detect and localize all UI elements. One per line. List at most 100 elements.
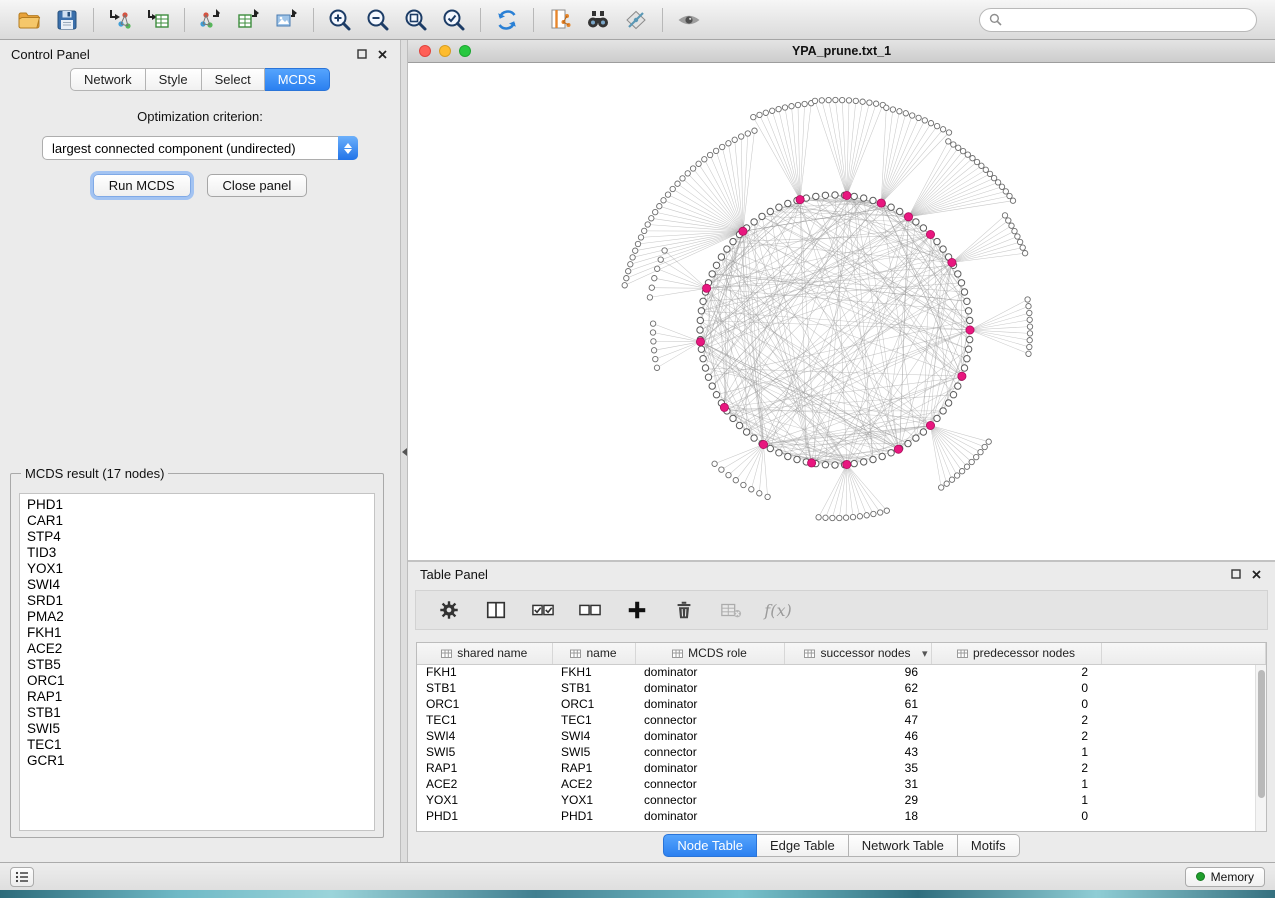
graph-leaf-node[interactable] xyxy=(654,365,659,370)
table-cell[interactable]: 2 xyxy=(931,760,1101,776)
graph-leaf-node[interactable] xyxy=(959,469,964,474)
graph-leaf-node[interactable] xyxy=(685,171,690,176)
show-columns-button[interactable] xyxy=(483,597,509,623)
table-cell[interactable]: ACE2 xyxy=(417,776,552,792)
graph-leaf-node[interactable] xyxy=(903,111,908,116)
graph-node[interactable] xyxy=(945,400,951,406)
select-all-button[interactable] xyxy=(530,597,556,623)
table-cell[interactable]: dominator xyxy=(635,696,784,712)
document-share-button[interactable] xyxy=(541,4,579,36)
graph-leaf-node[interactable] xyxy=(776,106,781,111)
graph-leaf-node[interactable] xyxy=(969,459,974,464)
graph-node[interactable] xyxy=(832,462,838,468)
splitter-collapse-icon[interactable] xyxy=(402,448,407,456)
graph-node[interactable] xyxy=(698,308,704,314)
table-cell[interactable]: FKH1 xyxy=(417,664,552,680)
graph-leaf-node[interactable] xyxy=(675,181,680,186)
graph-leaf-node[interactable] xyxy=(871,511,876,516)
column-header-name[interactable]: name xyxy=(552,643,635,664)
table-cell[interactable]: 2 xyxy=(931,728,1101,744)
graph-dominator-node[interactable] xyxy=(904,213,912,221)
graph-node[interactable] xyxy=(897,208,903,214)
table-cell[interactable]: 29 xyxy=(784,792,931,808)
table-cell[interactable]: SWI5 xyxy=(552,744,635,760)
graph-leaf-node[interactable] xyxy=(1027,317,1032,322)
graph-leaf-node[interactable] xyxy=(713,148,718,153)
graph-leaf-node[interactable] xyxy=(979,163,984,168)
graph-leaf-node[interactable] xyxy=(665,192,670,197)
save-session-button[interactable] xyxy=(48,4,86,36)
graph-leaf-node[interactable] xyxy=(712,461,717,466)
graph-leaf-node[interactable] xyxy=(652,276,657,281)
table-tab-motifs[interactable]: Motifs xyxy=(958,834,1020,857)
show-details-button[interactable] xyxy=(670,4,708,36)
graph-node[interactable] xyxy=(870,456,876,462)
graph-leaf-node[interactable] xyxy=(789,104,794,109)
graph-node[interactable] xyxy=(705,374,711,380)
mcds-result-item[interactable]: TID3 xyxy=(20,545,374,561)
graph-leaf-node[interactable] xyxy=(696,161,701,166)
graph-node[interactable] xyxy=(751,435,757,441)
table-cell[interactable]: PHD1 xyxy=(552,808,635,824)
graph-node[interactable] xyxy=(718,254,724,260)
optimization-dropdown[interactable]: largest connected component (undirected) xyxy=(42,136,358,160)
graph-leaf-node[interactable] xyxy=(657,204,662,209)
graph-leaf-node[interactable] xyxy=(991,175,996,180)
mcds-result-item[interactable]: GCR1 xyxy=(20,753,374,769)
graph-leaf-node[interactable] xyxy=(655,266,660,271)
table-cell[interactable]: 47 xyxy=(784,712,931,728)
network-window-titlebar[interactable]: YPA_prune.txt_1 xyxy=(408,40,1275,63)
mcds-result-item[interactable]: CAR1 xyxy=(20,513,374,529)
graph-leaf-node[interactable] xyxy=(1006,218,1011,223)
table-cell[interactable]: connector xyxy=(635,744,784,760)
graph-leaf-node[interactable] xyxy=(987,171,992,176)
graph-node[interactable] xyxy=(964,356,970,362)
graph-leaf-node[interactable] xyxy=(965,152,970,157)
graph-leaf-node[interactable] xyxy=(860,99,865,104)
table-cell[interactable]: dominator xyxy=(635,680,784,696)
mcds-result-item[interactable]: ORC1 xyxy=(20,673,374,689)
close-panel-button[interactable]: Close panel xyxy=(207,174,308,197)
table-row[interactable]: STB1STB1dominator620 xyxy=(417,680,1266,696)
table-cell[interactable]: 2 xyxy=(931,712,1101,728)
table-cell[interactable]: STB1 xyxy=(552,680,635,696)
graph-leaf-node[interactable] xyxy=(647,295,652,300)
add-column-button[interactable] xyxy=(624,597,650,623)
graph-node[interactable] xyxy=(955,271,961,277)
function-builder-button[interactable]: f(x) xyxy=(765,597,791,623)
graph-leaf-node[interactable] xyxy=(622,283,627,288)
table-scrollbar[interactable] xyxy=(1255,665,1266,831)
graph-node[interactable] xyxy=(743,429,749,435)
graph-leaf-node[interactable] xyxy=(649,216,654,221)
graph-node[interactable] xyxy=(713,262,719,268)
graph-node[interactable] xyxy=(955,383,961,389)
graph-dominator-node[interactable] xyxy=(948,258,956,266)
graph-node[interactable] xyxy=(832,192,838,198)
graph-dominator-node[interactable] xyxy=(739,227,747,235)
table-cell[interactable]: TEC1 xyxy=(417,712,552,728)
table-cell[interactable]: 0 xyxy=(931,808,1101,824)
graph-leaf-node[interactable] xyxy=(662,248,667,253)
graph-leaf-node[interactable] xyxy=(873,101,878,106)
table-cell[interactable]: 96 xyxy=(784,664,931,680)
graph-leaf-node[interactable] xyxy=(739,134,744,139)
graph-dominator-node[interactable] xyxy=(843,460,851,468)
table-cell[interactable]: dominator xyxy=(635,664,784,680)
graph-leaf-node[interactable] xyxy=(680,176,685,181)
table-row[interactable]: SWI4SWI4dominator462 xyxy=(417,728,1266,744)
delete-column-button[interactable] xyxy=(671,597,697,623)
graph-leaf-node[interactable] xyxy=(964,464,969,469)
graph-node[interactable] xyxy=(920,429,926,435)
export-table-button[interactable] xyxy=(230,4,268,36)
graph-node[interactable] xyxy=(709,271,715,277)
table-cell[interactable]: connector xyxy=(635,712,784,728)
graph-dominator-node[interactable] xyxy=(720,403,728,411)
mcds-result-item[interactable]: PMA2 xyxy=(20,609,374,625)
graph-leaf-node[interactable] xyxy=(658,257,663,262)
graph-leaf-node[interactable] xyxy=(884,508,889,513)
graph-leaf-node[interactable] xyxy=(819,98,824,103)
table-cell[interactable]: RAP1 xyxy=(552,760,635,776)
graph-dominator-node[interactable] xyxy=(958,372,966,380)
graph-leaf-node[interactable] xyxy=(946,130,951,135)
graph-leaf-node[interactable] xyxy=(910,113,915,118)
